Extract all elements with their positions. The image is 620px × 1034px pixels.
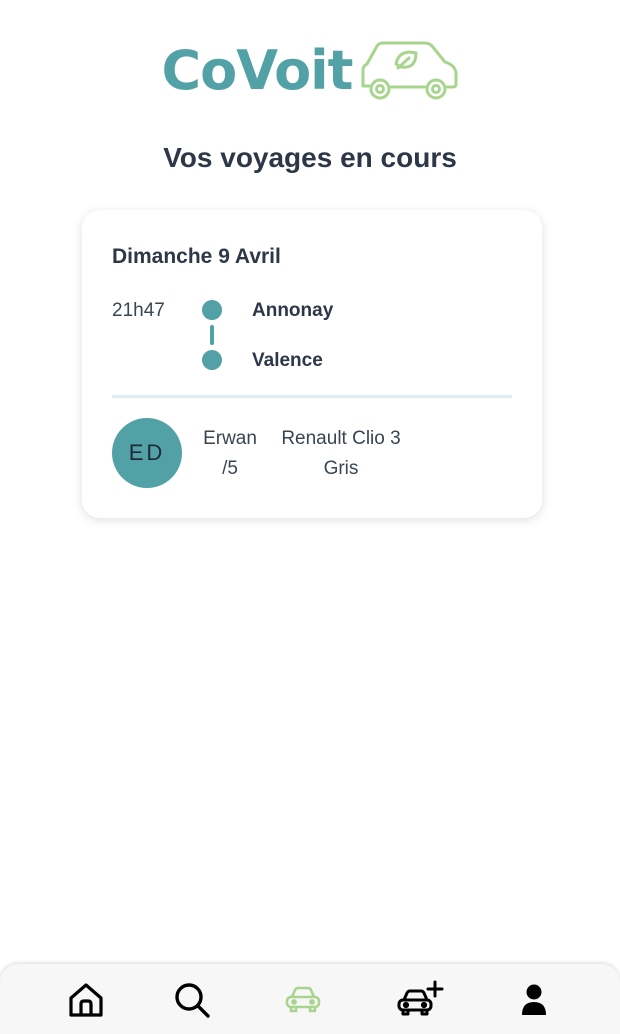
trip-departure-time: 21h47	[112, 300, 165, 321]
nav-add-trip[interactable]	[396, 978, 446, 1022]
driver-name: Erwan	[203, 428, 257, 449]
departure-city: Annonay	[252, 300, 334, 321]
user-icon	[522, 984, 546, 1015]
car-color: Gris	[323, 458, 359, 479]
nav-my-trips[interactable]	[281, 978, 325, 1022]
leaf-car-icon	[361, 41, 457, 100]
driver-avatar: ED	[112, 418, 182, 488]
app-screen: CoVoit Vos voyages en cours Dimanche 9 A…	[0, 0, 620, 1034]
page-title: Vos voyages en cours	[163, 142, 457, 173]
nav-search[interactable]	[170, 978, 214, 1022]
car-plus-icon	[397, 980, 444, 1016]
search-icon	[175, 983, 210, 1018]
arrival-city: Valence	[252, 350, 323, 371]
car-icon	[285, 986, 321, 1013]
car-model: Renault Clio 3	[281, 428, 401, 449]
app-logo: CoVoit	[0, 38, 620, 104]
departure-dot-icon	[202, 300, 222, 320]
home-icon	[69, 983, 103, 1017]
arrival-dot-icon	[202, 350, 222, 370]
bottom-nav	[0, 964, 620, 1034]
trip-card[interactable]: Dimanche 9 Avril 21h47 Annonay Valence E…	[82, 210, 542, 518]
card-divider	[112, 395, 512, 398]
route-connector	[210, 325, 214, 345]
route-timeline	[202, 300, 222, 370]
driver-rating: /5	[222, 458, 238, 479]
nav-home[interactable]	[64, 978, 108, 1022]
logo-text: CoVoit	[161, 39, 354, 102]
trip-date: Dimanche 9 Avril	[112, 245, 281, 268]
nav-profile[interactable]	[512, 978, 556, 1022]
